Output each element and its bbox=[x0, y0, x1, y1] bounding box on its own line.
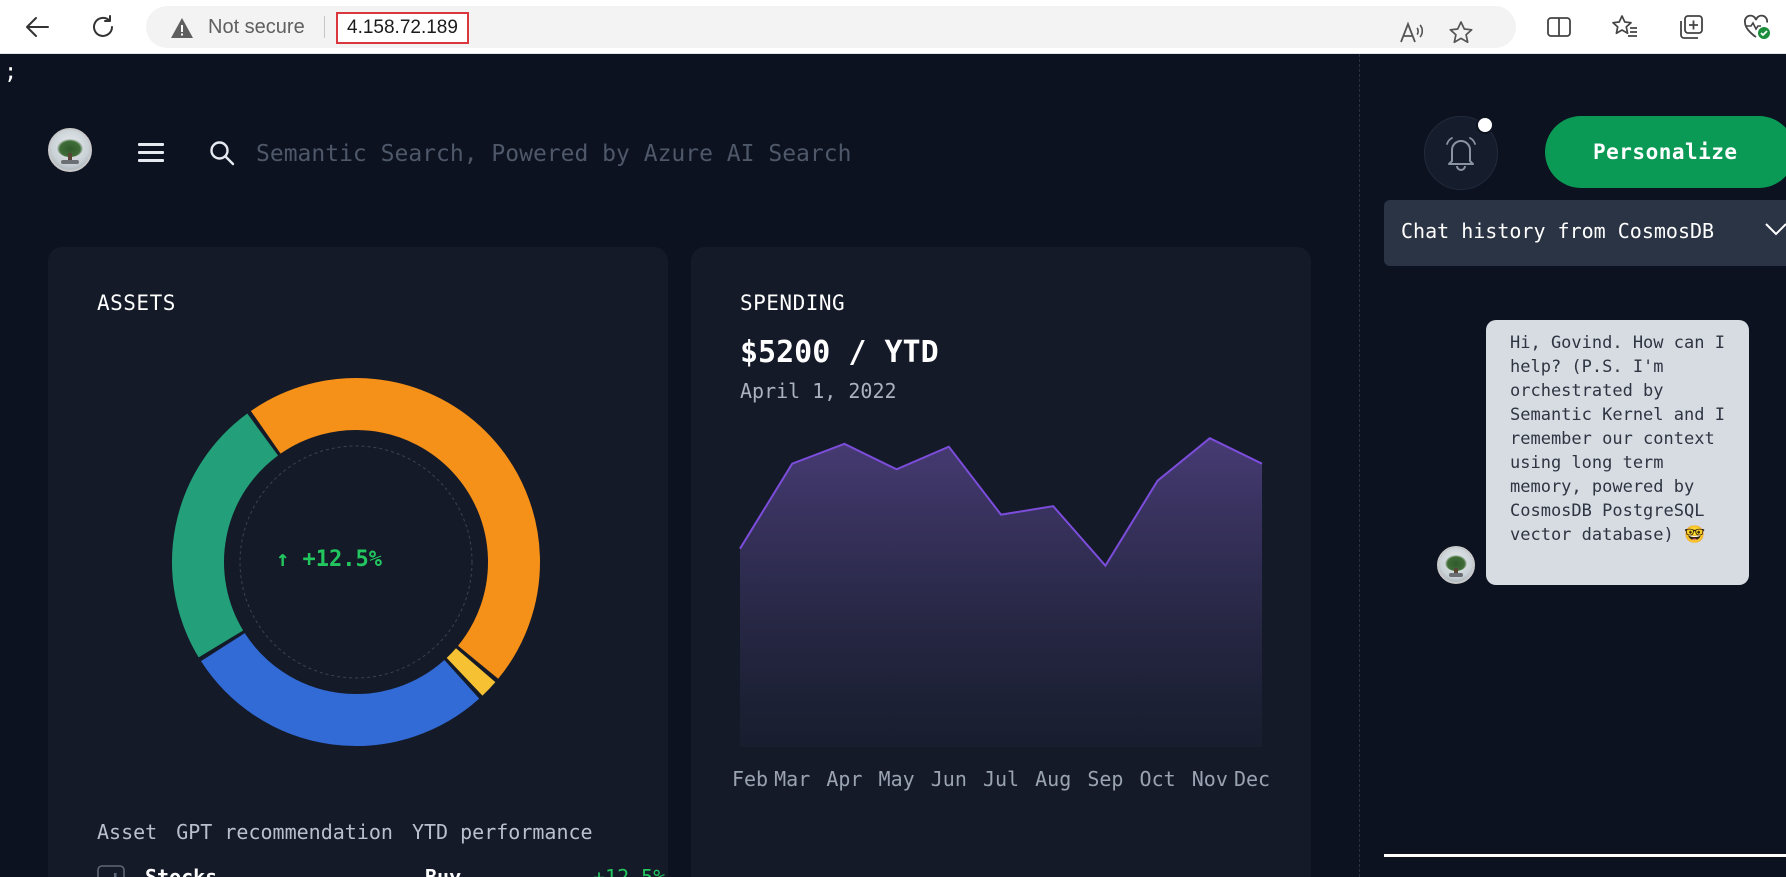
chat-history-label: Chat history from CosmosDB bbox=[1401, 219, 1715, 243]
asset-name: Stocks bbox=[145, 865, 218, 877]
donut-segment-0 bbox=[250, 378, 540, 679]
security-status[interactable]: Not secure bbox=[208, 16, 305, 39]
x-tick-label: Apr bbox=[826, 767, 862, 791]
user-avatar[interactable] bbox=[48, 128, 92, 172]
x-tick-label: Aug bbox=[1035, 767, 1071, 791]
split-screen-icon bbox=[1547, 17, 1571, 37]
bell-icon bbox=[1446, 137, 1476, 171]
address-bar[interactable]: Not secure 4.158.72.189 bbox=[146, 6, 1516, 48]
bar-chart-icon bbox=[97, 865, 125, 877]
column-header: Asset bbox=[97, 820, 158, 844]
search-input[interactable] bbox=[256, 132, 1156, 176]
x-tick-label: Nov bbox=[1192, 767, 1228, 791]
read-aloud-icon bbox=[1400, 21, 1424, 43]
asset-performance: +12.5% bbox=[593, 865, 666, 877]
spending-area-fill bbox=[740, 438, 1262, 747]
donut-segment-3 bbox=[172, 413, 279, 658]
x-tick-label: Mar bbox=[774, 767, 810, 791]
address-divider bbox=[324, 16, 325, 38]
spending-area-chart: Feb Mar Apr May Jun Jul Aug Sep Oct Nov Dec bbox=[732, 436, 1270, 791]
reload-icon bbox=[93, 15, 113, 37]
x-tick-label: Jul bbox=[983, 767, 1019, 791]
search-icon[interactable] bbox=[208, 139, 236, 167]
menu-button[interactable] bbox=[138, 143, 164, 163]
x-tick-label: Dec bbox=[1234, 767, 1270, 791]
favorites-button[interactable] bbox=[1610, 12, 1640, 42]
split-screen-button[interactable] bbox=[1544, 12, 1574, 42]
heart-pulse-icon bbox=[1744, 14, 1770, 39]
x-tick-label: Jun bbox=[931, 767, 967, 791]
chevron-down-icon bbox=[1765, 223, 1786, 236]
assets-card: ASSETS ↑ +12.5% Asset GPT recommendation Y… bbox=[48, 247, 668, 877]
x-tick-label: May bbox=[879, 767, 915, 791]
app-page: ; Personalize Chat history from CosmosDB… bbox=[0, 54, 1786, 877]
x-tick-label: Sep bbox=[1087, 767, 1123, 791]
table-row[interactable]: Stocks Buy +12.5% bbox=[97, 861, 665, 877]
browser-toolbar: Not secure 4.158.72.189 bbox=[0, 0, 1786, 54]
stray-text: ; bbox=[4, 60, 18, 85]
column-header: YTD performance bbox=[411, 820, 593, 844]
column-header: GPT recommendation bbox=[176, 820, 393, 844]
asset-recommendation: Buy bbox=[425, 865, 462, 877]
chat-message: Hi, Govind. How can I help? (P.S. I'm or… bbox=[1486, 320, 1749, 585]
reload-button[interactable] bbox=[86, 10, 120, 44]
personalize-button[interactable]: Personalize bbox=[1545, 116, 1786, 188]
back-arrow-icon bbox=[26, 17, 49, 37]
read-aloud-button[interactable] bbox=[1396, 18, 1426, 48]
notification-dot bbox=[1476, 116, 1494, 134]
donut-segment-2 bbox=[201, 632, 480, 746]
assets-donut-chart bbox=[172, 378, 540, 746]
favorite-button[interactable] bbox=[1446, 18, 1476, 48]
browser-essentials-button[interactable] bbox=[1742, 12, 1772, 42]
x-tick-label: Feb bbox=[732, 767, 768, 791]
spending-card: SPENDING $5200 / YTD April 1, 2022 Feb Ma… bbox=[691, 247, 1311, 877]
back-button[interactable] bbox=[20, 10, 54, 44]
favorites-list-icon bbox=[1612, 15, 1637, 37]
chat-history-dropdown[interactable]: Chat history from CosmosDB bbox=[1384, 200, 1786, 266]
asset-growth-label: ↑ +12.5% bbox=[276, 547, 382, 572]
url-text[interactable]: 4.158.72.189 bbox=[336, 12, 469, 44]
x-tick-label: Oct bbox=[1140, 767, 1176, 791]
assistant-avatar bbox=[1437, 546, 1475, 584]
star-icon bbox=[1449, 21, 1473, 44]
chat-panel-divider bbox=[1359, 54, 1360, 877]
asset-table-header: Asset GPT recommendation YTD performance bbox=[97, 820, 612, 844]
donut-segment-1 bbox=[446, 647, 496, 696]
warning-icon bbox=[171, 18, 193, 38]
chat-input-underline bbox=[1384, 854, 1786, 857]
collections-button[interactable] bbox=[1676, 12, 1706, 42]
collections-icon bbox=[1680, 15, 1703, 39]
